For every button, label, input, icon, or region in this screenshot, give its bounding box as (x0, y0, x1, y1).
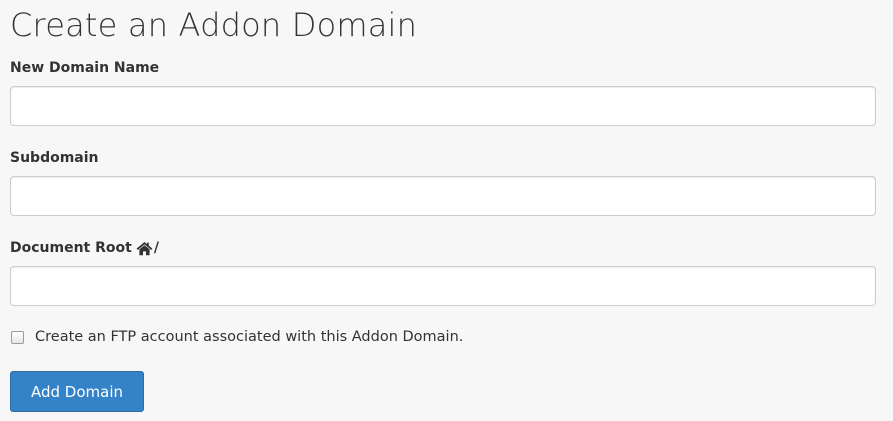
document-root-suffix: / (153, 240, 159, 256)
ftp-account-option[interactable]: Create an FTP account associated with th… (11, 329, 463, 345)
new-domain-name-input[interactable] (10, 86, 876, 126)
home-icon (136, 241, 153, 256)
page-title: Create an Addon Domain (10, 6, 418, 44)
ftp-account-checkbox-label[interactable]: Create an FTP account associated with th… (35, 329, 463, 345)
new-domain-name-label: New Domain Name (10, 60, 160, 76)
document-root-label: Document Root / (10, 239, 159, 257)
ftp-account-checkbox[interactable] (11, 330, 24, 344)
add-domain-button[interactable]: Add Domain (10, 371, 144, 412)
subdomain-input[interactable] (10, 176, 876, 216)
subdomain-label: Subdomain (10, 150, 99, 166)
document-root-label-text: Document Root (10, 240, 132, 256)
document-root-input[interactable] (10, 266, 876, 306)
